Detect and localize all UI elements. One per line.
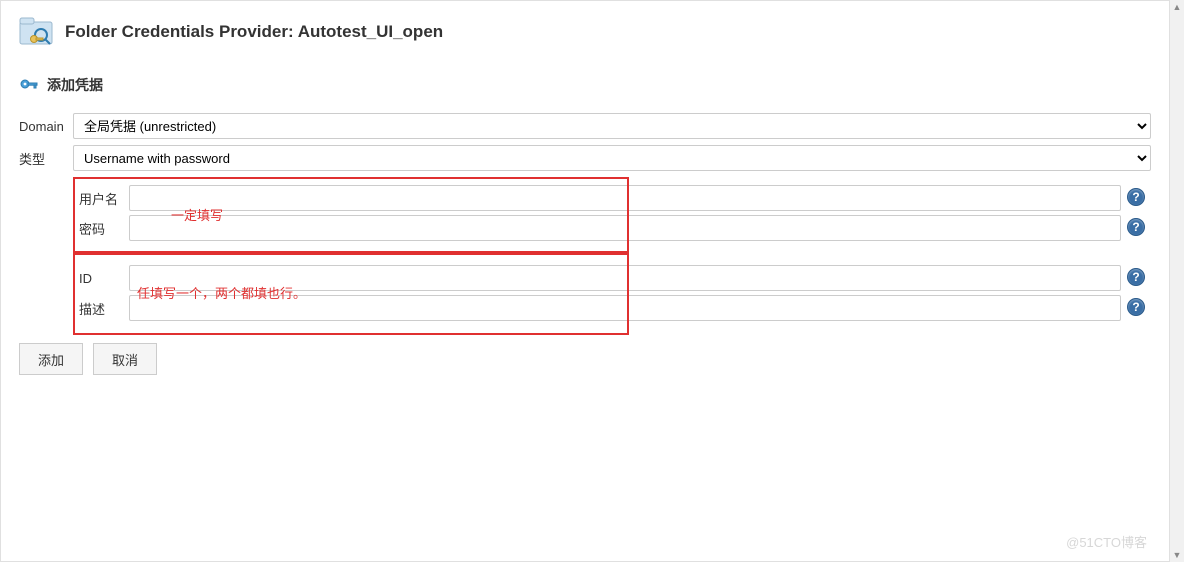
username-input[interactable] [129,185,1121,211]
row-password: 密码 ? [75,215,1149,241]
description-input[interactable] [129,295,1121,321]
row-domain: Domain 全局凭据 (unrestricted) [19,113,1151,139]
scroll-up-icon[interactable]: ▲ [1170,0,1184,14]
help-icon[interactable]: ? [1127,268,1145,286]
add-button[interactable]: 添加 [19,343,83,375]
folder-credentials-icon [19,17,55,47]
page-title: Folder Credentials Provider: Autotest_UI… [65,22,443,42]
row-id: ID ? [75,265,1149,291]
watermark: @51CTO博客 [1066,532,1147,551]
section-add-credentials: 添加凭据 [1,57,1169,103]
row-description: 描述 ? [75,295,1149,321]
form: Domain 全局凭据 (unrestricted) 类型 Username w… [1,103,1169,329]
page: Folder Credentials Provider: Autotest_UI… [0,0,1170,562]
section-title-text: 添加凭据 [47,75,103,95]
key-icon [19,76,39,95]
gap [19,249,1151,257]
domain-select[interactable]: 全局凭据 (unrestricted) [73,113,1151,139]
help-icon[interactable]: ? [1127,298,1145,316]
cancel-button[interactable]: 取消 [93,343,157,375]
scroll-down-icon[interactable]: ▼ [1170,548,1184,562]
block-user-pass: 用户名 ? 密码 ? 一定填写 [73,177,1151,249]
password-input[interactable] [129,215,1121,241]
username-label: 用户名 [75,189,129,208]
row-type: 类型 Username with password [19,145,1151,171]
password-label: 密码 [75,219,129,238]
domain-label: Domain [19,119,73,134]
id-input[interactable] [129,265,1121,291]
help-icon[interactable]: ? [1127,188,1145,206]
type-select[interactable]: Username with password [73,145,1151,171]
type-label: 类型 [19,149,73,168]
help-icon[interactable]: ? [1127,218,1145,236]
description-label: 描述 [75,299,129,318]
row-username: 用户名 ? [75,185,1149,211]
header: Folder Credentials Provider: Autotest_UI… [1,1,1169,57]
id-label: ID [75,271,129,286]
block-id-desc: ID ? 描述 ? 任填写一个，两个都填也行。 [73,257,1151,329]
button-row: 添加 取消 [1,329,1169,389]
scrollbar[interactable]: ▲ ▼ [1170,0,1184,562]
